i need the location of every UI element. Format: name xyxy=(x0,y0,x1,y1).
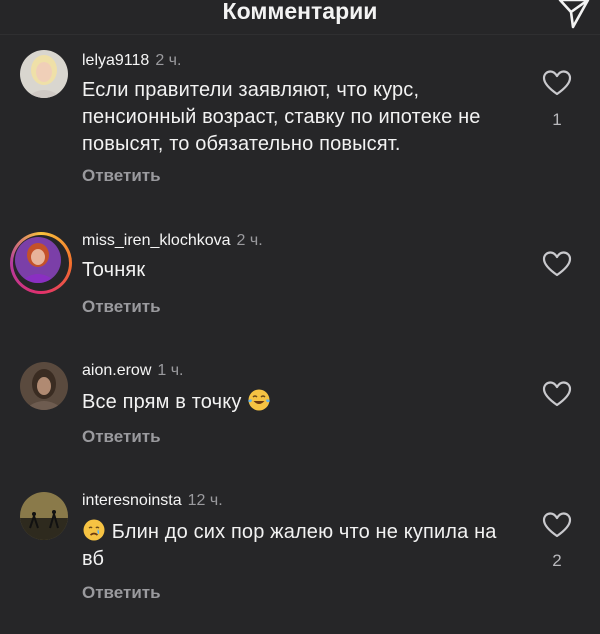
comment-username[interactable]: aion.erow xyxy=(82,362,151,379)
comment-text: Точняк xyxy=(82,259,146,281)
heart-icon[interactable] xyxy=(542,380,572,408)
heart-icon[interactable] xyxy=(542,511,572,539)
heart-icon[interactable] xyxy=(542,250,572,278)
avatar[interactable] xyxy=(20,492,68,540)
comment-username[interactable]: miss_iren_klochkova xyxy=(82,232,231,249)
reply-button[interactable]: Ответить xyxy=(82,427,161,447)
comment-username[interactable]: interesnoinsta xyxy=(82,492,182,509)
story-ring[interactable] xyxy=(10,232,72,294)
reply-button[interactable]: Ответить xyxy=(82,166,161,186)
comment-username[interactable]: lelya9118 xyxy=(82,52,149,69)
comment-text: Если правители заявляют, что курс, пенси… xyxy=(82,79,481,155)
comment-text: Все прям в точку xyxy=(82,391,242,413)
comment-time: 1 ч. xyxy=(157,362,184,379)
like-count: 1 xyxy=(552,110,562,129)
reply-button[interactable]: Ответить xyxy=(82,297,161,317)
heart-icon[interactable] xyxy=(542,69,572,97)
avatar xyxy=(15,237,61,283)
like-count: 2 xyxy=(552,551,562,570)
header-divider xyxy=(0,34,600,35)
comment-time: 12 ч. xyxy=(187,492,223,509)
page-title: Комментарии xyxy=(222,0,378,24)
header: Комментарии xyxy=(0,0,600,44)
comment-text: Блин до сих пор жалею что не купила на в… xyxy=(82,521,497,570)
crying-face-emoji xyxy=(83,519,105,541)
avatar[interactable] xyxy=(20,362,68,410)
send-icon[interactable] xyxy=(556,0,592,30)
avatar[interactable] xyxy=(20,50,68,98)
comment-time: 2 ч. xyxy=(236,232,263,249)
comment-time: 2 ч. xyxy=(155,52,182,69)
tears-of-joy-emoji xyxy=(248,389,271,411)
reply-button[interactable]: Ответить xyxy=(82,583,161,603)
